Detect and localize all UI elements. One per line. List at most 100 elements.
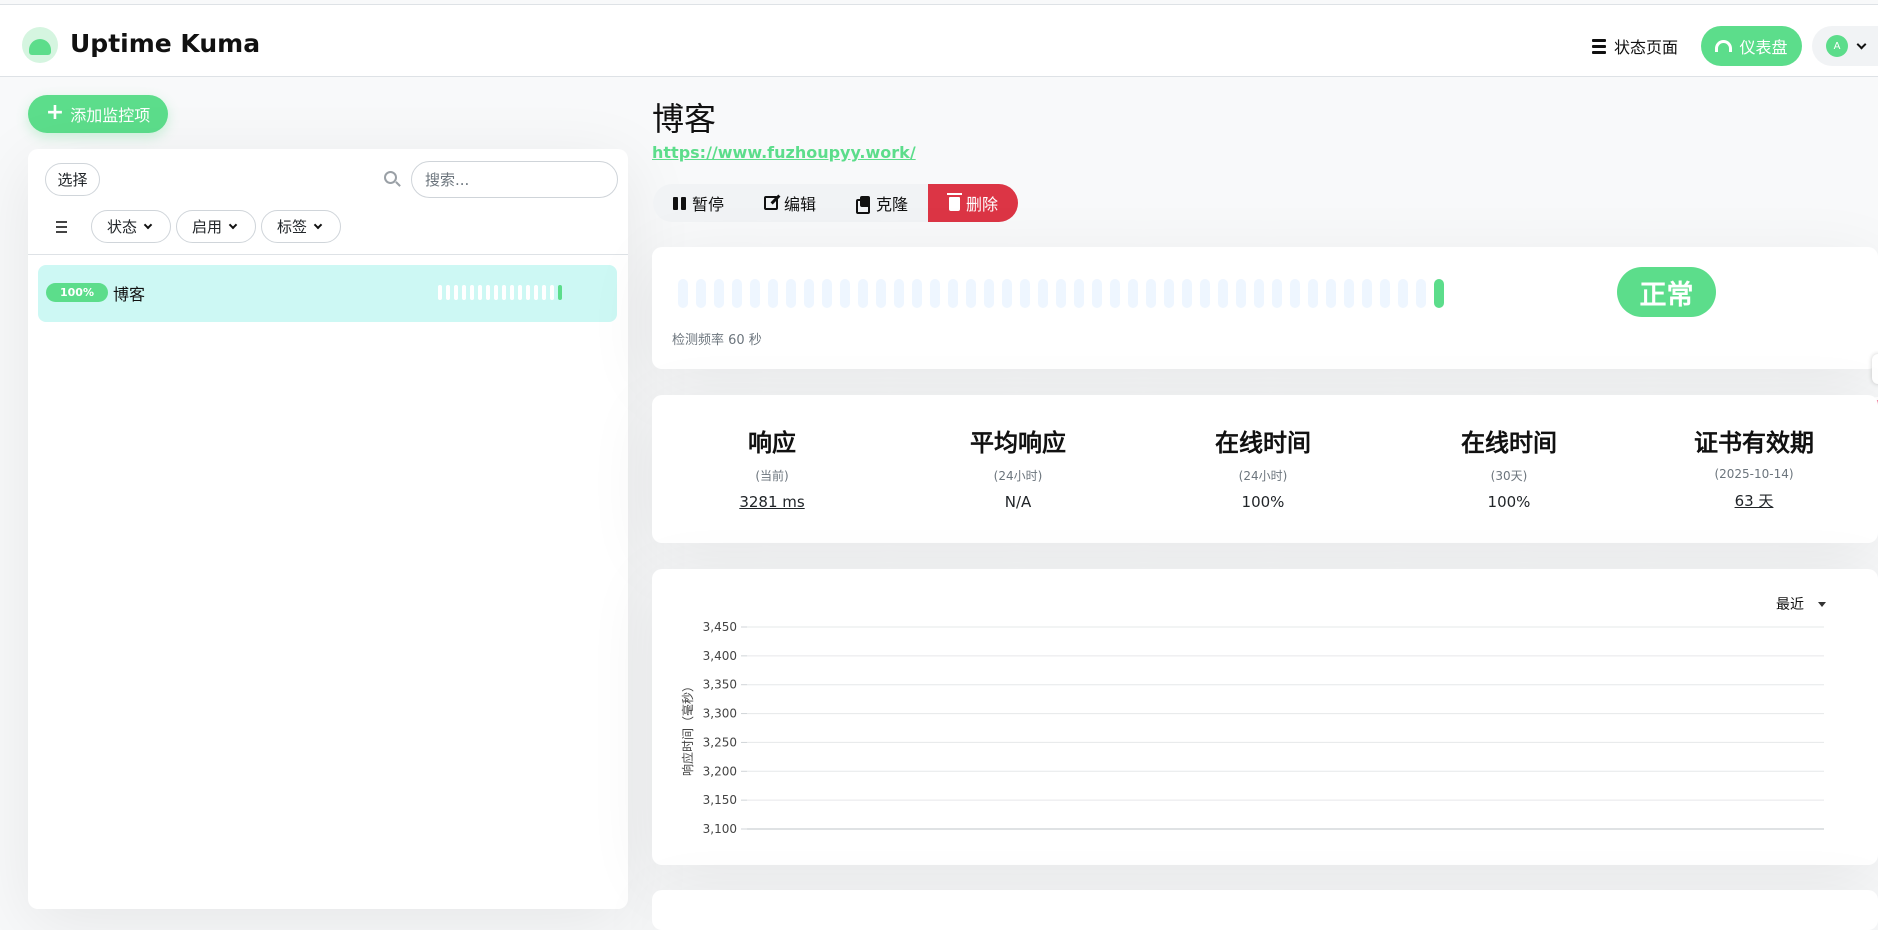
heartbeat-beat[interactable]	[894, 279, 904, 308]
status-page-link[interactable]: 状态页面	[1592, 34, 1678, 58]
response-time-chart: 3,450 3,400 3,350 3,300 3,250 3,200 3,150 3,100…	[680, 620, 1824, 836]
heartbeat-beat[interactable]	[1416, 279, 1426, 308]
clone-icon	[856, 196, 871, 214]
heartbeat-beat[interactable]	[462, 285, 466, 300]
heartbeat-beat[interactable]	[1146, 279, 1156, 308]
dashboard-label: 仪表盘	[1739, 38, 1788, 57]
heartbeat-beat[interactable]	[1056, 279, 1066, 308]
stat-title: 响应	[748, 429, 796, 457]
heartbeat-beat[interactable]	[1398, 279, 1408, 308]
heartbeat-beat[interactable]	[1110, 279, 1120, 308]
heartbeat-beat[interactable]	[510, 285, 514, 300]
y-tick-label: 3,400	[703, 649, 737, 663]
profile-dropdown[interactable]: A	[1812, 26, 1878, 66]
heartbeat-beat[interactable]	[1434, 279, 1444, 308]
heartbeat-beat[interactable]	[454, 285, 458, 300]
heartbeat-beat[interactable]	[1074, 279, 1084, 308]
heartbeat-beat[interactable]	[518, 285, 522, 300]
heartbeat-beat[interactable]	[966, 279, 976, 308]
filter-active[interactable]: 启用	[176, 210, 256, 243]
heartbeat-beat[interactable]	[696, 279, 706, 308]
heartbeat-beat[interactable]	[502, 285, 506, 300]
heartbeat-beat[interactable]	[1092, 279, 1102, 308]
stat-title: 在线时间	[1215, 429, 1311, 457]
filter-status[interactable]: 状态	[91, 210, 171, 243]
heartbeat-beat[interactable]	[714, 279, 724, 308]
heartbeat-beat[interactable]	[930, 279, 940, 308]
side-handle[interactable]	[1872, 354, 1878, 384]
heartbeat-beat[interactable]	[1002, 279, 1012, 308]
monitor-list-item[interactable]: 100% 博客	[38, 265, 617, 322]
heartbeat-beat[interactable]	[1020, 279, 1030, 308]
heartbeat-beat[interactable]	[542, 285, 546, 300]
heartbeat-beat[interactable]	[534, 285, 538, 300]
stat-value[interactable]: 63 天	[1654, 490, 1854, 511]
heartbeat-beat[interactable]	[1182, 279, 1192, 308]
heartbeat-beat[interactable]	[948, 279, 958, 308]
select-button[interactable]: 选择	[45, 163, 100, 196]
monitor-url-link[interactable]: https://www.fuzhoupyy.work/	[652, 143, 916, 162]
heartbeat-beat[interactable]	[470, 285, 474, 300]
stat-subtitle: (2025-10-14)	[1714, 467, 1794, 481]
heartbeat-beat[interactable]	[912, 279, 922, 308]
heartbeat-beat[interactable]	[1326, 279, 1336, 308]
menu-icon[interactable]	[56, 221, 67, 233]
add-monitor-button[interactable]: + 添加监控项	[28, 95, 168, 133]
heartbeat-beat[interactable]	[1344, 279, 1354, 308]
pause-button[interactable]: 暂停	[653, 184, 744, 222]
heartbeat-beat[interactable]	[446, 285, 450, 300]
search-input[interactable]	[411, 161, 618, 198]
page-title: 博客	[652, 100, 717, 138]
heartbeat-beat[interactable]	[876, 279, 886, 308]
heartbeat-beat[interactable]	[550, 285, 554, 300]
heartbeat-beat[interactable]	[558, 285, 562, 300]
heartbeat-beat[interactable]	[1218, 279, 1228, 308]
y-axis-label: 响应时间（毫秒）	[680, 680, 695, 776]
stat-cert-expiry: 证书有效期 (2025-10-14) 63 天	[1654, 423, 1854, 511]
dashboard-button[interactable]: 仪表盘	[1701, 26, 1802, 66]
heartbeat-beat[interactable]	[768, 279, 778, 308]
heartbeat-beat[interactable]	[1128, 279, 1138, 308]
filter-tags[interactable]: 标签	[261, 210, 341, 243]
uptime-kuma-logo-icon[interactable]	[22, 27, 58, 63]
filter-active-label: 启用	[192, 218, 223, 236]
stat-value[interactable]: 3281 ms	[672, 493, 872, 511]
heartbeat-beat[interactable]	[1200, 279, 1210, 308]
heartbeat-beat[interactable]	[494, 285, 498, 300]
clone-button[interactable]: 克隆	[836, 184, 928, 222]
heartbeat-beat[interactable]	[1362, 279, 1372, 308]
heartbeat-beat[interactable]	[804, 279, 814, 308]
heartbeat-beat[interactable]	[750, 279, 760, 308]
clone-label: 克隆	[876, 195, 909, 214]
heartbeat-beat[interactable]	[858, 279, 868, 308]
heartbeat-beat[interactable]	[822, 279, 832, 308]
plus-icon: +	[45, 100, 65, 125]
heartbeat-beat[interactable]	[1380, 279, 1390, 308]
events-card	[652, 890, 1878, 930]
brand-title[interactable]: Uptime Kuma	[70, 29, 260, 58]
heartbeat-beat[interactable]	[486, 285, 490, 300]
heartbeat-beat[interactable]	[1038, 279, 1048, 308]
filter-tags-label: 标签	[277, 218, 308, 236]
delete-button[interactable]: 删除	[928, 184, 1019, 222]
stat-uptime-24h: 在线时间 (24小时) 100%	[1163, 423, 1363, 511]
heartbeat-beat[interactable]	[526, 285, 530, 300]
heartbeat-beat[interactable]	[1308, 279, 1318, 308]
edit-button[interactable]: 编辑	[744, 184, 836, 222]
heartbeat-beat[interactable]	[1290, 279, 1300, 308]
heartbeat-beat[interactable]	[678, 279, 688, 308]
heartbeat-beat[interactable]	[840, 279, 850, 308]
avatar: A	[1826, 35, 1848, 57]
heartbeat-beat[interactable]	[984, 279, 994, 308]
chevron-down-icon	[143, 220, 153, 229]
heartbeat-beat[interactable]	[732, 279, 742, 308]
heartbeat-beat[interactable]	[478, 285, 482, 300]
heartbeat-beat[interactable]	[1254, 279, 1264, 308]
stat-value: 100%	[1487, 493, 1531, 511]
heartbeat-beat[interactable]	[1164, 279, 1174, 308]
heartbeat-beat[interactable]	[786, 279, 796, 308]
heartbeat-beat[interactable]	[1272, 279, 1282, 308]
heartbeat-beat[interactable]	[438, 285, 442, 300]
heartbeat-card: 正常 检测频率 60 秒	[652, 247, 1878, 369]
heartbeat-beat[interactable]	[1236, 279, 1246, 308]
